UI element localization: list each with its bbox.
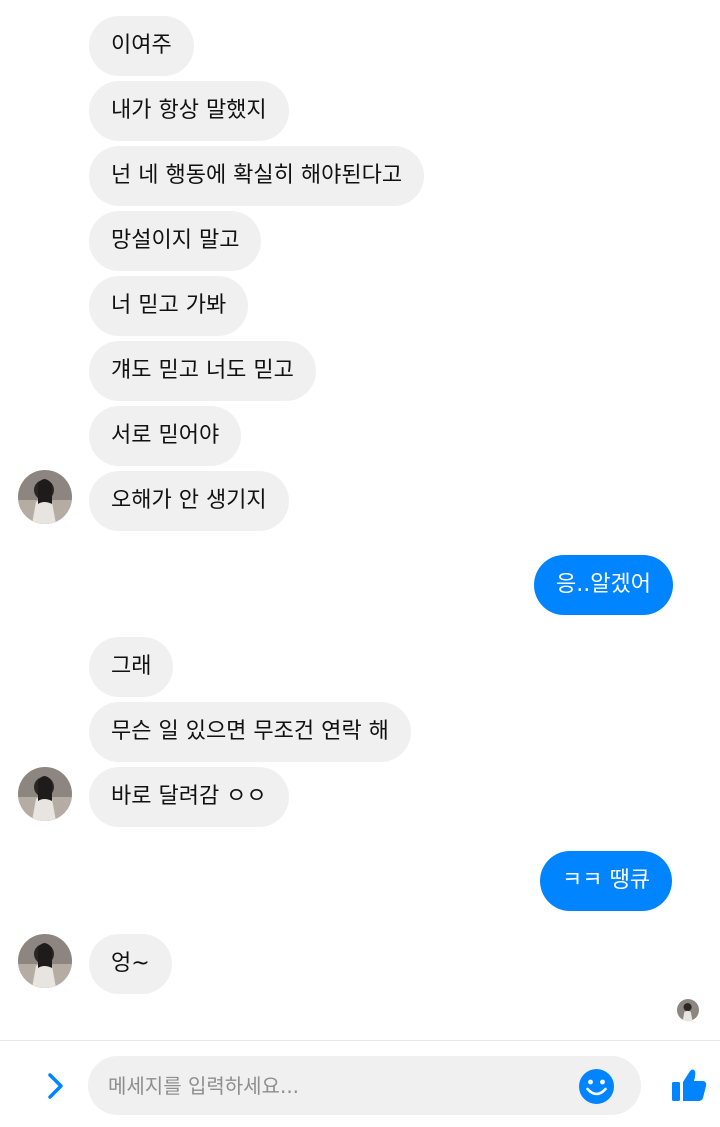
seen-receipt-avatar <box>677 999 699 1021</box>
incoming-message[interactable]: 망설이지 말고 <box>89 211 262 271</box>
message-composer <box>0 1040 720 1127</box>
incoming-message[interactable]: 바로 달려감 ㅇㅇ <box>89 767 289 827</box>
outgoing-message[interactable]: ㅋㅋ 땡큐 <box>540 851 672 911</box>
incoming-message[interactable]: 이여주 <box>89 16 194 76</box>
incoming-message[interactable]: 오해가 안 생기지 <box>89 471 289 531</box>
incoming-message[interactable]: 내가 항상 말했지 <box>89 81 289 141</box>
incoming-message[interactable]: 걔도 믿고 너도 믿고 <box>89 341 316 401</box>
incoming-message[interactable]: 무슨 일 있으면 무조건 연락 해 <box>89 702 411 762</box>
smiley-icon[interactable] <box>578 1068 615 1105</box>
incoming-message[interactable]: 서로 믿어야 <box>89 406 242 466</box>
incoming-message[interactable]: 그래 <box>89 637 174 697</box>
incoming-message[interactable]: 너 믿고 가봐 <box>89 276 249 336</box>
thumbs-up-icon[interactable] <box>670 1066 708 1104</box>
outgoing-message[interactable]: 응..알겠어 <box>534 555 673 615</box>
contact-avatar[interactable] <box>18 470 72 524</box>
chevron-right-icon[interactable] <box>38 1069 72 1103</box>
incoming-message[interactable]: 넌 네 행동에 확실히 해야된다고 <box>89 146 425 206</box>
contact-avatar[interactable] <box>18 934 72 988</box>
message-input[interactable] <box>88 1056 641 1115</box>
contact-avatar[interactable] <box>18 767 72 821</box>
incoming-message[interactable]: 엉~ <box>89 934 172 994</box>
